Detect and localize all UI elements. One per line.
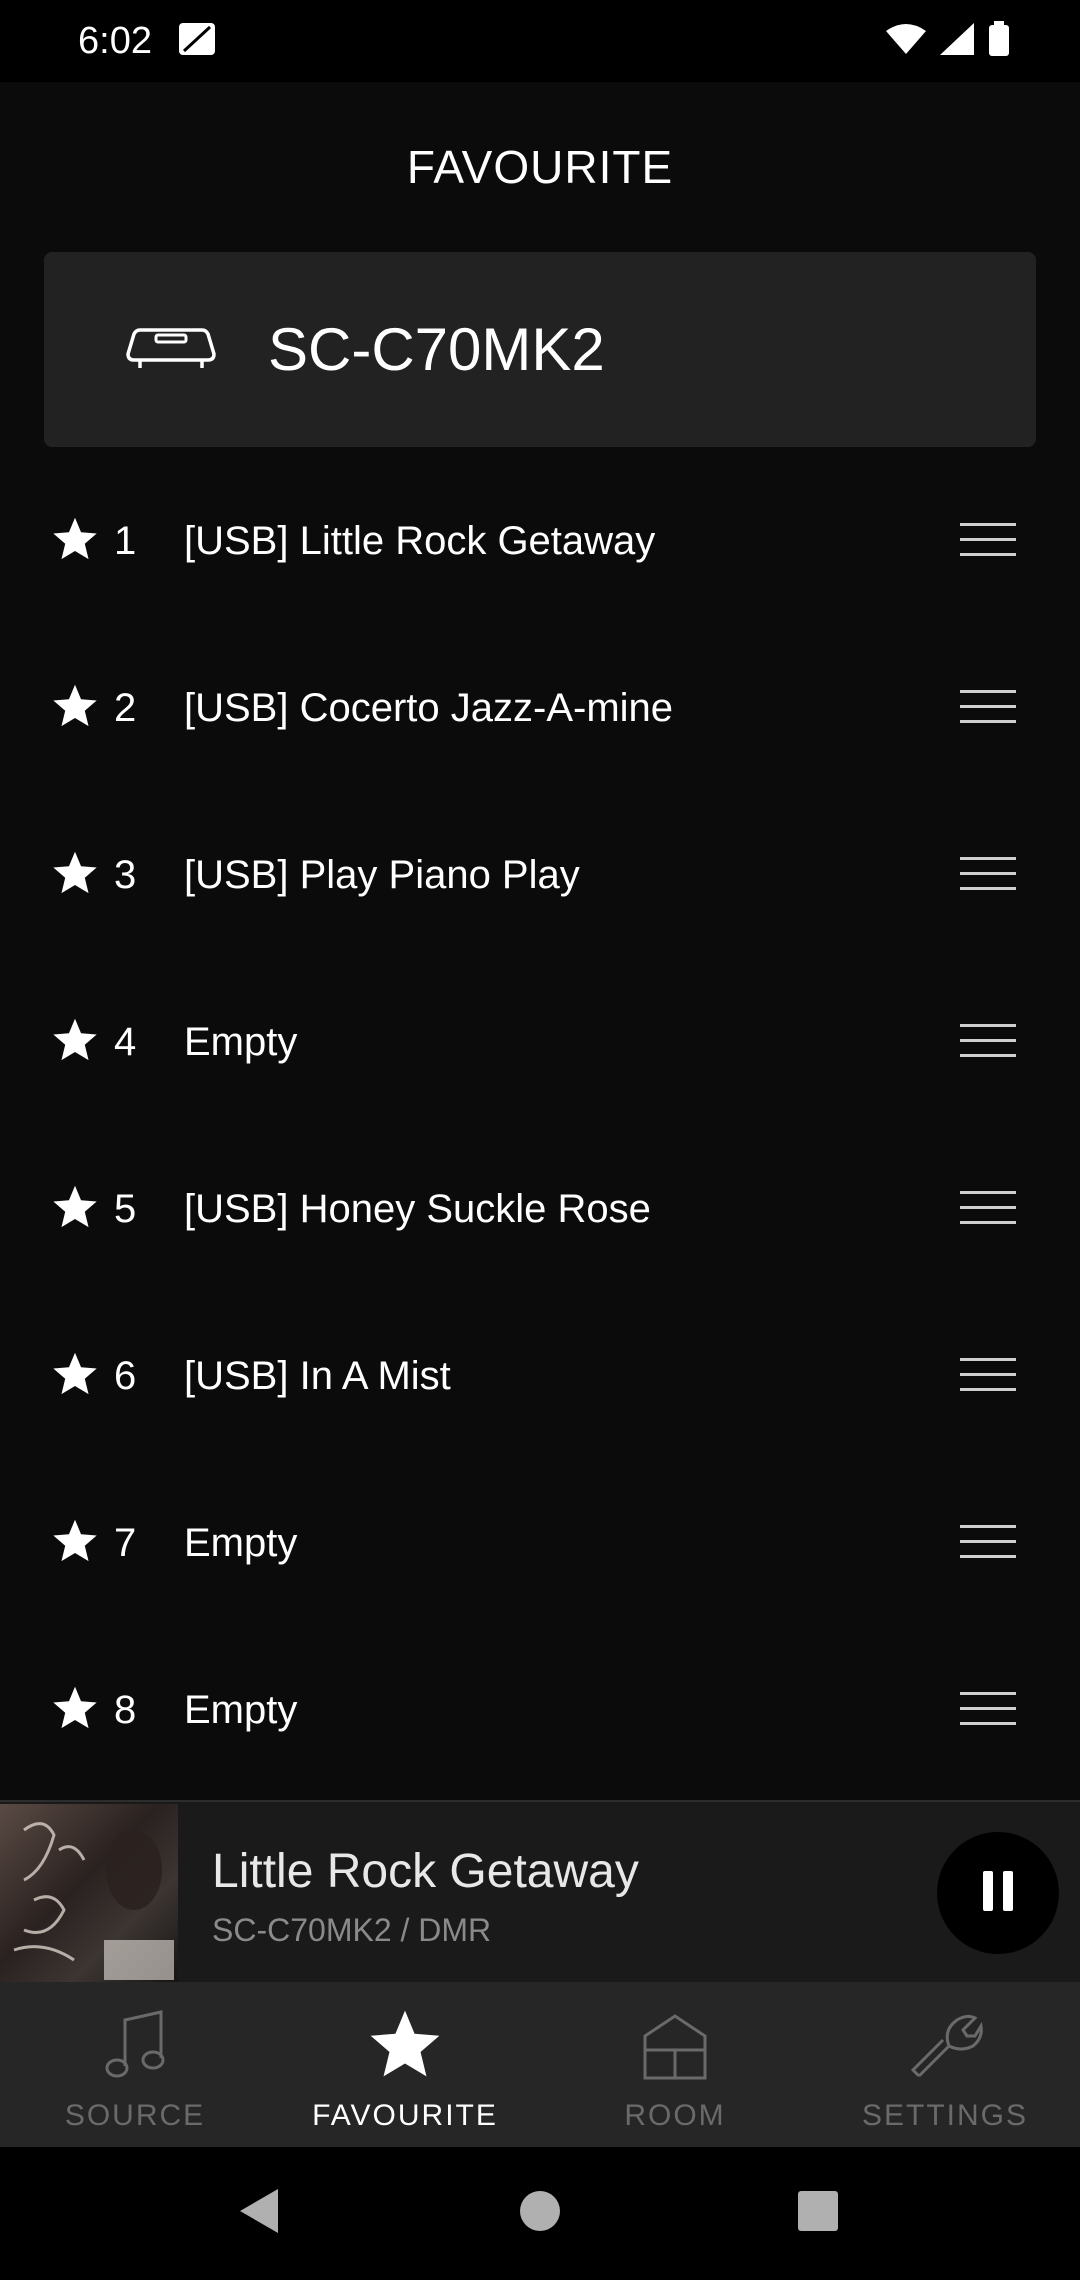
favourite-number: 5 bbox=[114, 1187, 137, 1231]
drag-handle-icon[interactable] bbox=[960, 1524, 1016, 1565]
cellular-signal-icon bbox=[940, 22, 974, 60]
wifi-icon bbox=[886, 23, 926, 60]
tab-settings[interactable]: SETTINGS bbox=[810, 1982, 1080, 2147]
star-icon bbox=[50, 516, 100, 569]
star-icon bbox=[50, 850, 100, 903]
favourite-number: 1 bbox=[114, 519, 137, 563]
star-icon bbox=[50, 1685, 100, 1738]
album-art bbox=[0, 1804, 178, 1982]
favourite-item[interactable]: 1 [USB] Little Rock Getaway bbox=[0, 458, 1080, 625]
favourite-number: 7 bbox=[114, 1521, 137, 1565]
pause-button[interactable] bbox=[937, 1832, 1059, 1954]
tab-source[interactable]: SOURCE bbox=[0, 1982, 270, 2147]
favourite-number: 4 bbox=[114, 1020, 137, 1064]
tab-label: SOURCE bbox=[64, 2099, 206, 2132]
star-icon bbox=[50, 1351, 100, 1404]
drag-handle-icon[interactable] bbox=[960, 1691, 1016, 1732]
drag-handle-icon[interactable] bbox=[960, 856, 1016, 897]
speaker-device-icon bbox=[126, 324, 216, 375]
favourite-number: 8 bbox=[114, 1688, 137, 1732]
tab-favourite[interactable]: FAVOURITE bbox=[270, 1982, 540, 2147]
drag-handle-icon[interactable] bbox=[960, 1190, 1016, 1231]
now-playing-subtitle: SC-C70MK2 / DMR bbox=[212, 1912, 492, 1948]
notification-icon bbox=[178, 22, 216, 61]
favourite-item[interactable]: 6 [USB] In A Mist bbox=[0, 1293, 1080, 1460]
favourite-title: [USB] Cocerto Jazz-A-mine bbox=[184, 686, 674, 730]
pause-icon bbox=[981, 1870, 1015, 1916]
recents-icon[interactable] bbox=[796, 2187, 840, 2240]
star-icon bbox=[50, 1184, 100, 1237]
favourite-title: Empty bbox=[184, 1020, 298, 1064]
favourite-item[interactable]: 8 Empty bbox=[0, 1627, 1080, 1794]
favourite-title: Empty bbox=[184, 1521, 298, 1565]
favourite-item[interactable]: 4 Empty bbox=[0, 959, 1080, 1126]
favourite-title: [USB] Little Rock Getaway bbox=[184, 519, 656, 563]
favourite-item[interactable]: 7 Empty bbox=[0, 1460, 1080, 1627]
drag-handle-icon[interactable] bbox=[960, 522, 1016, 563]
favourite-list: 1 [USB] Little Rock Getaway 2 [USB] Coce… bbox=[0, 458, 1080, 1794]
now-playing-bar[interactable]: Little Rock Getaway SC-C70MK2 / DMR bbox=[0, 1800, 1080, 1984]
page-title: FAVOURITE bbox=[406, 141, 674, 193]
tab-room[interactable]: ROOM bbox=[540, 1982, 810, 2147]
device-selector[interactable]: SC-C70MK2 bbox=[44, 252, 1036, 447]
favourite-item[interactable]: 5 [USB] Honey Suckle Rose bbox=[0, 1126, 1080, 1293]
back-icon[interactable] bbox=[236, 2187, 280, 2240]
music-note-icon bbox=[95, 2008, 175, 2089]
favourite-item[interactable]: 3 [USB] Play Piano Play bbox=[0, 792, 1080, 959]
status-time: 6:02 bbox=[78, 19, 152, 62]
favourite-title: [USB] Play Piano Play bbox=[184, 853, 580, 897]
drag-handle-icon[interactable] bbox=[960, 689, 1016, 730]
star-icon bbox=[50, 683, 100, 736]
star-icon bbox=[50, 1518, 100, 1571]
device-name: SC-C70MK2 bbox=[268, 316, 605, 383]
favourite-title: [USB] Honey Suckle Rose bbox=[184, 1187, 651, 1231]
star-icon bbox=[365, 2008, 445, 2089]
bottom-navigation: SOURCE FAVOURITE ROOM SETTINGS bbox=[0, 1982, 1080, 2147]
drag-handle-icon[interactable] bbox=[960, 1357, 1016, 1398]
tab-label: FAVOURITE bbox=[312, 2099, 498, 2132]
drag-handle-icon[interactable] bbox=[960, 1023, 1016, 1064]
home-icon[interactable] bbox=[518, 2187, 562, 2240]
status-bar: 6:02 bbox=[0, 0, 1080, 82]
favourite-number: 6 bbox=[114, 1354, 137, 1398]
room-icon bbox=[635, 2008, 715, 2089]
system-navigation-bar bbox=[0, 2147, 1080, 2280]
favourite-number: 3 bbox=[114, 853, 137, 897]
favourite-number: 2 bbox=[114, 686, 137, 730]
tab-label: ROOM bbox=[624, 2099, 726, 2132]
now-playing-title: Little Rock Getaway bbox=[212, 1845, 639, 1898]
tab-label: SETTINGS bbox=[861, 2099, 1028, 2132]
star-icon bbox=[50, 1017, 100, 1070]
header: FAVOURITE bbox=[0, 82, 1080, 252]
battery-icon bbox=[988, 20, 1010, 62]
favourite-title: Empty bbox=[184, 1688, 298, 1732]
favourite-item[interactable]: 2 [USB] Cocerto Jazz-A-mine bbox=[0, 625, 1080, 792]
favourite-title: [USB] In A Mist bbox=[184, 1354, 451, 1398]
wrench-icon bbox=[905, 2008, 985, 2089]
